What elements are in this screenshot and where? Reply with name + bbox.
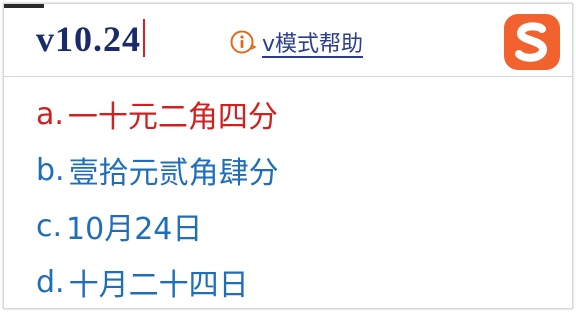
candidate-text: 10月24日 bbox=[66, 212, 203, 247]
candidate-text: 壹拾元贰角肆分 bbox=[68, 156, 279, 191]
sogou-logo-icon[interactable] bbox=[500, 10, 564, 74]
candidate-list: a. 一十元二角四分 b. 壹拾元贰角肆分 c. 10月24日 d. 十月二十四… bbox=[36, 86, 279, 308]
composition-value: v10.24 bbox=[36, 19, 141, 59]
text-caret bbox=[143, 19, 145, 57]
candidate-a[interactable]: a. 一十元二角四分 bbox=[36, 86, 279, 142]
candidate-c[interactable]: c. 10月24日 bbox=[36, 198, 279, 254]
candidate-text: 十月二十四日 bbox=[68, 268, 249, 303]
candidate-index: d. bbox=[36, 264, 65, 300]
candidate-index: a. bbox=[36, 96, 64, 132]
help-label: v模式帮助 bbox=[262, 32, 364, 57]
composition-bar: v10.24 v模式帮助 bbox=[4, 4, 572, 77]
v-mode-help-link[interactable]: v模式帮助 bbox=[230, 26, 363, 58]
candidate-index: c. bbox=[36, 208, 63, 244]
candidate-text: 一十元二角四分 bbox=[67, 100, 278, 135]
ime-candidate-window: v10.24 v模式帮助 a. 一十元二角四分 b. 壹拾元贰角肆分 c. 10 bbox=[3, 3, 573, 309]
candidate-b[interactable]: b. 壹拾元贰角肆分 bbox=[36, 142, 279, 198]
candidate-index: b. bbox=[36, 152, 65, 188]
info-icon bbox=[230, 30, 256, 54]
candidate-d[interactable]: d. 十月二十四日 bbox=[36, 254, 279, 308]
composition-text[interactable]: v10.24 bbox=[36, 18, 145, 60]
